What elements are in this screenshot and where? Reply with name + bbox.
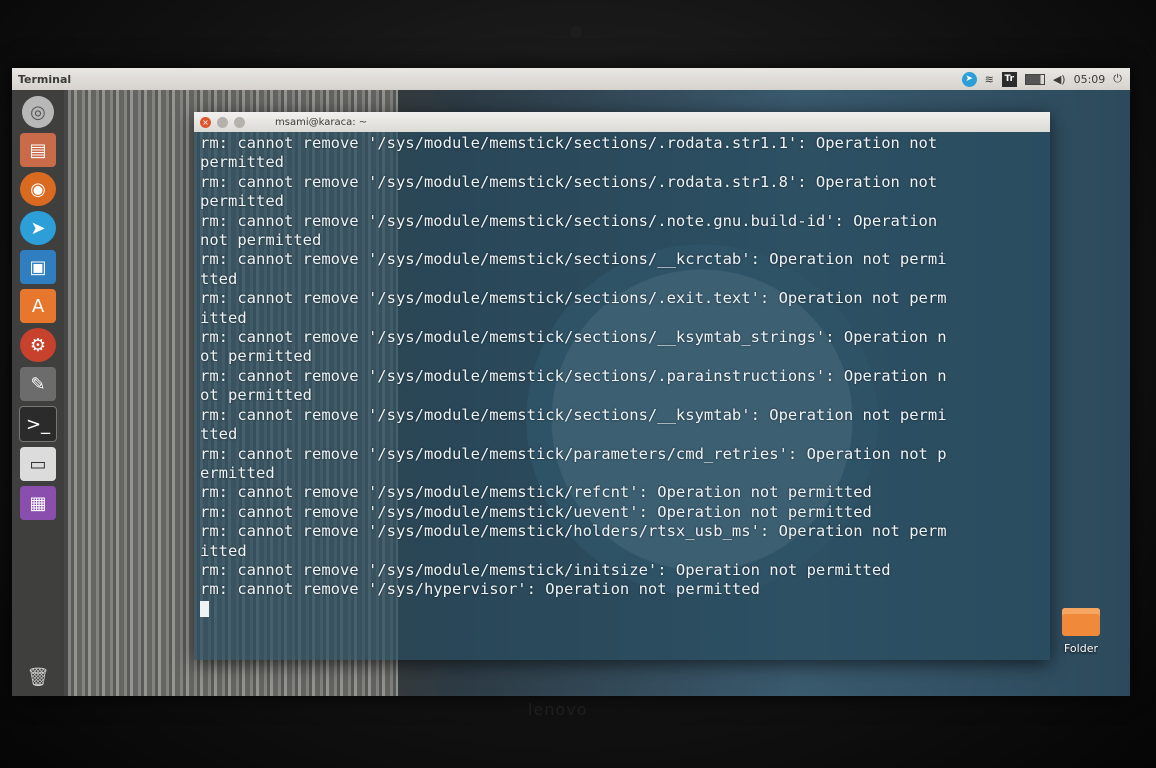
- desktop-folder[interactable]: Folder: [1050, 608, 1112, 655]
- telegram-icon[interactable]: ➤: [961, 71, 977, 87]
- launcher: ◎ ▤ ◉ ➤ ▣ A ⚙ ✎ >_ ▭ ▦ 🗑: [12, 90, 64, 696]
- firefox-icon[interactable]: ◉: [20, 172, 56, 206]
- disk-icon[interactable]: ▭: [20, 447, 56, 481]
- terminal-line: rm: cannot remove '/sys/module/memstick/…: [200, 560, 891, 579]
- terminal-line: permitted: [200, 192, 284, 211]
- terminal-line: rm: cannot remove '/sys/module/memstick/…: [200, 483, 872, 502]
- volume-icon[interactable]: ◀): [1053, 71, 1066, 87]
- terminal-line: itted: [200, 308, 247, 327]
- screen: Terminal ➤ ≋ Tr ◀) 05:09 ⏻ ◎ ▤ ◉ ➤ ▣ A ⚙…: [12, 68, 1130, 696]
- power-icon[interactable]: ⏻: [1113, 71, 1122, 87]
- active-app-title: Terminal: [18, 72, 72, 86]
- terminal-line: permitted: [200, 153, 284, 172]
- maximize-icon[interactable]: [234, 116, 245, 128]
- terminal-line: rm: cannot remove '/sys/module/memstick/…: [200, 289, 947, 308]
- terminal-line: rm: cannot remove '/sys/module/memstick/…: [200, 211, 938, 230]
- app-icon[interactable]: ▦: [20, 486, 56, 520]
- terminal-line: rm: cannot remove '/sys/module/memstick/…: [200, 366, 947, 385]
- translate-icon[interactable]: Tr: [1001, 71, 1017, 87]
- terminal-line: ot permitted: [200, 347, 312, 366]
- top-panel: Terminal ➤ ≋ Tr ◀) 05:09 ⏻: [12, 68, 1130, 90]
- minimize-icon[interactable]: [217, 116, 228, 128]
- webcam: [570, 26, 582, 38]
- terminal-line: rm: cannot remove '/sys/module/memstick/…: [200, 172, 938, 191]
- dash-home-icon[interactable]: ◎: [22, 96, 54, 128]
- close-icon[interactable]: ×: [200, 116, 211, 128]
- terminal-line: itted: [200, 541, 247, 560]
- tool-icon[interactable]: ✎: [20, 367, 56, 401]
- terminal-line: tted: [200, 425, 238, 444]
- terminal-launcher-icon[interactable]: >_: [19, 406, 57, 442]
- terminal-line: rm: cannot remove '/sys/module/memstick/…: [200, 502, 872, 521]
- terminal-prompt-line[interactable]: [200, 600, 1044, 619]
- software-center-icon[interactable]: A: [20, 289, 56, 323]
- terminal-output[interactable]: rm: cannot remove '/sys/module/memstick/…: [194, 132, 1050, 621]
- terminal-line: rm: cannot remove '/sys/hypervisor': Ope…: [200, 580, 760, 599]
- telegram-launcher-icon[interactable]: ➤: [20, 211, 56, 245]
- virtualbox-icon[interactable]: ▣: [20, 250, 56, 284]
- indicator-area: ➤ ≋ Tr ◀) 05:09 ⏻: [961, 68, 1122, 90]
- folder-icon: [1062, 608, 1100, 636]
- battery-icon[interactable]: [1024, 73, 1045, 85]
- folder-label: Folder: [1064, 642, 1098, 655]
- terminal-line: not permitted: [200, 231, 322, 250]
- terminal-line: rm: cannot remove '/sys/module/memstick/…: [200, 444, 947, 463]
- laptop-bezel: Terminal ➤ ≋ Tr ◀) 05:09 ⏻ ◎ ▤ ◉ ➤ ▣ A ⚙…: [0, 0, 1156, 768]
- terminal-window[interactable]: × msami@karaca: ~ rm: cannot remove '/sy…: [194, 112, 1050, 660]
- files-icon[interactable]: ▤: [20, 133, 56, 167]
- terminal-line: rm: cannot remove '/sys/module/memstick/…: [200, 250, 947, 269]
- terminal-titlebar[interactable]: × msami@karaca: ~: [194, 112, 1050, 132]
- terminal-cursor: [200, 601, 209, 618]
- wifi-icon[interactable]: ≋: [985, 71, 994, 87]
- terminal-line: ot permitted: [200, 386, 312, 405]
- clock[interactable]: 05:09: [1074, 71, 1106, 87]
- terminal-line: rm: cannot remove '/sys/module/memstick/…: [200, 522, 947, 541]
- brand-logo: lenovo: [528, 700, 588, 719]
- terminal-line: rm: cannot remove '/sys/module/memstick/…: [200, 328, 947, 347]
- terminal-line: rm: cannot remove '/sys/module/memstick/…: [200, 134, 938, 152]
- terminal-line: ermitted: [200, 463, 275, 482]
- terminal-title: msami@karaca: ~: [275, 116, 368, 128]
- trash-icon[interactable]: 🗑: [20, 660, 56, 694]
- system-settings-icon[interactable]: ⚙: [20, 328, 56, 362]
- terminal-line: rm: cannot remove '/sys/module/memstick/…: [200, 405, 947, 424]
- terminal-line: tted: [200, 269, 238, 288]
